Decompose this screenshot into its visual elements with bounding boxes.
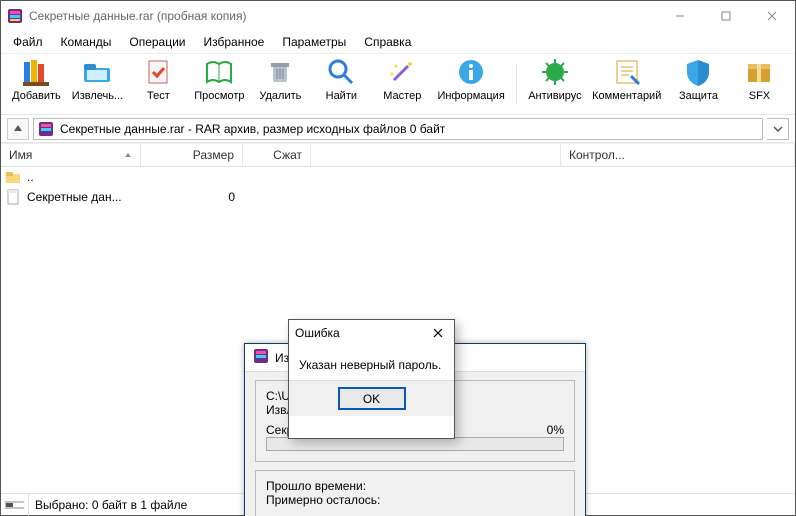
maximize-button[interactable] bbox=[703, 1, 749, 31]
info-icon bbox=[455, 56, 487, 88]
extract-remaining: Примерно осталось: bbox=[266, 493, 564, 507]
chevron-down-icon bbox=[773, 124, 783, 134]
error-dialog-titlebar[interactable]: Ошибка bbox=[289, 320, 454, 346]
toolbar-virus[interactable]: Антивирус bbox=[527, 56, 582, 112]
file-list[interactable]: .. Секретные дан... 0 Извле C:\U bbox=[1, 167, 795, 493]
status-progress-icon bbox=[1, 494, 29, 516]
folder-up-button[interactable] bbox=[7, 118, 29, 140]
toolbar-test[interactable]: Тест bbox=[131, 56, 186, 112]
toolbar-find[interactable]: Найти bbox=[314, 56, 369, 112]
toolbar-info[interactable]: Информация bbox=[436, 56, 507, 112]
row-file-1[interactable]: Секретные дан... 0 bbox=[1, 187, 795, 207]
archive-icon bbox=[253, 348, 269, 367]
error-ok-button[interactable]: OK bbox=[338, 387, 406, 410]
close-button[interactable] bbox=[749, 1, 795, 31]
search-icon bbox=[325, 56, 357, 88]
up-arrow-icon bbox=[12, 123, 24, 135]
toolbar-add[interactable]: Добавить bbox=[9, 56, 64, 112]
file-name: Секретные дан... bbox=[27, 190, 122, 204]
app-icon bbox=[7, 8, 23, 24]
toolbar-extract[interactable]: Извлечь... bbox=[70, 56, 125, 112]
virus-icon bbox=[539, 56, 571, 88]
menubar: Файл Команды Операции Избранное Параметр… bbox=[1, 31, 795, 53]
column-headers: Имя Размер Сжат Контрол... bbox=[1, 143, 795, 167]
note-icon bbox=[611, 56, 643, 88]
sort-asc-icon bbox=[124, 151, 132, 159]
toolbar-separator bbox=[516, 64, 517, 104]
folder-open-icon bbox=[81, 56, 113, 88]
extract-archive-path: C:\U bbox=[266, 389, 290, 403]
file-size: 0 bbox=[141, 190, 243, 204]
toolbar-protect[interactable]: Защита bbox=[671, 56, 726, 112]
column-size[interactable]: Размер bbox=[141, 144, 243, 166]
book-open-icon bbox=[203, 56, 235, 88]
updir-label: .. bbox=[27, 170, 34, 184]
clipboard-check-icon bbox=[142, 56, 174, 88]
menu-operations[interactable]: Операции bbox=[121, 33, 193, 51]
address-dropdown[interactable] bbox=[767, 118, 789, 140]
minimize-button[interactable] bbox=[657, 1, 703, 31]
menu-help[interactable]: Справка bbox=[356, 33, 419, 51]
error-message: Указан неверный пароль. bbox=[289, 346, 454, 380]
folder-icon bbox=[5, 169, 21, 185]
toolbar-view[interactable]: Просмотр bbox=[192, 56, 247, 112]
column-packed[interactable]: Сжат bbox=[243, 144, 311, 166]
books-icon bbox=[20, 56, 52, 88]
error-close-button[interactable] bbox=[428, 323, 448, 343]
close-icon bbox=[433, 328, 443, 338]
toolbar-wizard[interactable]: Мастер bbox=[375, 56, 430, 112]
toolbar-delete[interactable]: Удалить bbox=[253, 56, 308, 112]
column-control[interactable]: Контрол... bbox=[561, 144, 795, 166]
trash-icon bbox=[264, 56, 296, 88]
window-title: Секретные данные.rar (пробная копия) bbox=[29, 9, 657, 23]
menu-commands[interactable]: Команды bbox=[53, 33, 120, 51]
menu-options[interactable]: Параметры bbox=[274, 33, 354, 51]
error-dialog-title: Ошибка bbox=[295, 326, 428, 340]
archive-icon bbox=[38, 121, 54, 137]
toolbar-comment[interactable]: Комментарий bbox=[588, 56, 665, 112]
address-text: Секретные данные.rar - RAR архив, размер… bbox=[60, 122, 445, 136]
app-window: Секретные данные.rar (пробная копия) Фай… bbox=[0, 0, 796, 516]
column-name[interactable]: Имя bbox=[1, 144, 141, 166]
extract-file-pct: 0% bbox=[528, 423, 564, 437]
file-icon bbox=[5, 189, 21, 205]
address-bar: Секретные данные.rar - RAR архив, размер… bbox=[1, 115, 795, 143]
menu-favorites[interactable]: Избранное bbox=[196, 33, 273, 51]
progress-bar-file bbox=[266, 437, 564, 451]
shield-icon bbox=[682, 56, 714, 88]
extract-elapsed: Прошло времени: bbox=[266, 479, 564, 493]
box-icon bbox=[743, 56, 775, 88]
error-dialog: Ошибка Указан неверный пароль. OK bbox=[288, 319, 455, 439]
row-updir[interactable]: .. bbox=[1, 167, 795, 187]
wand-icon bbox=[386, 56, 418, 88]
column-spacer bbox=[311, 144, 561, 166]
menu-file[interactable]: Файл bbox=[5, 33, 51, 51]
address-path[interactable]: Секретные данные.rar - RAR архив, размер… bbox=[33, 118, 763, 140]
extract-time-box: Прошло времени: Примерно осталось: Обраб… bbox=[255, 470, 575, 516]
titlebar: Секретные данные.rar (пробная копия) bbox=[1, 1, 795, 31]
toolbar-sfx[interactable]: SFX bbox=[732, 56, 787, 112]
toolbar: Добавить Извлечь... Тест Просмотр Удалит… bbox=[1, 53, 795, 115]
